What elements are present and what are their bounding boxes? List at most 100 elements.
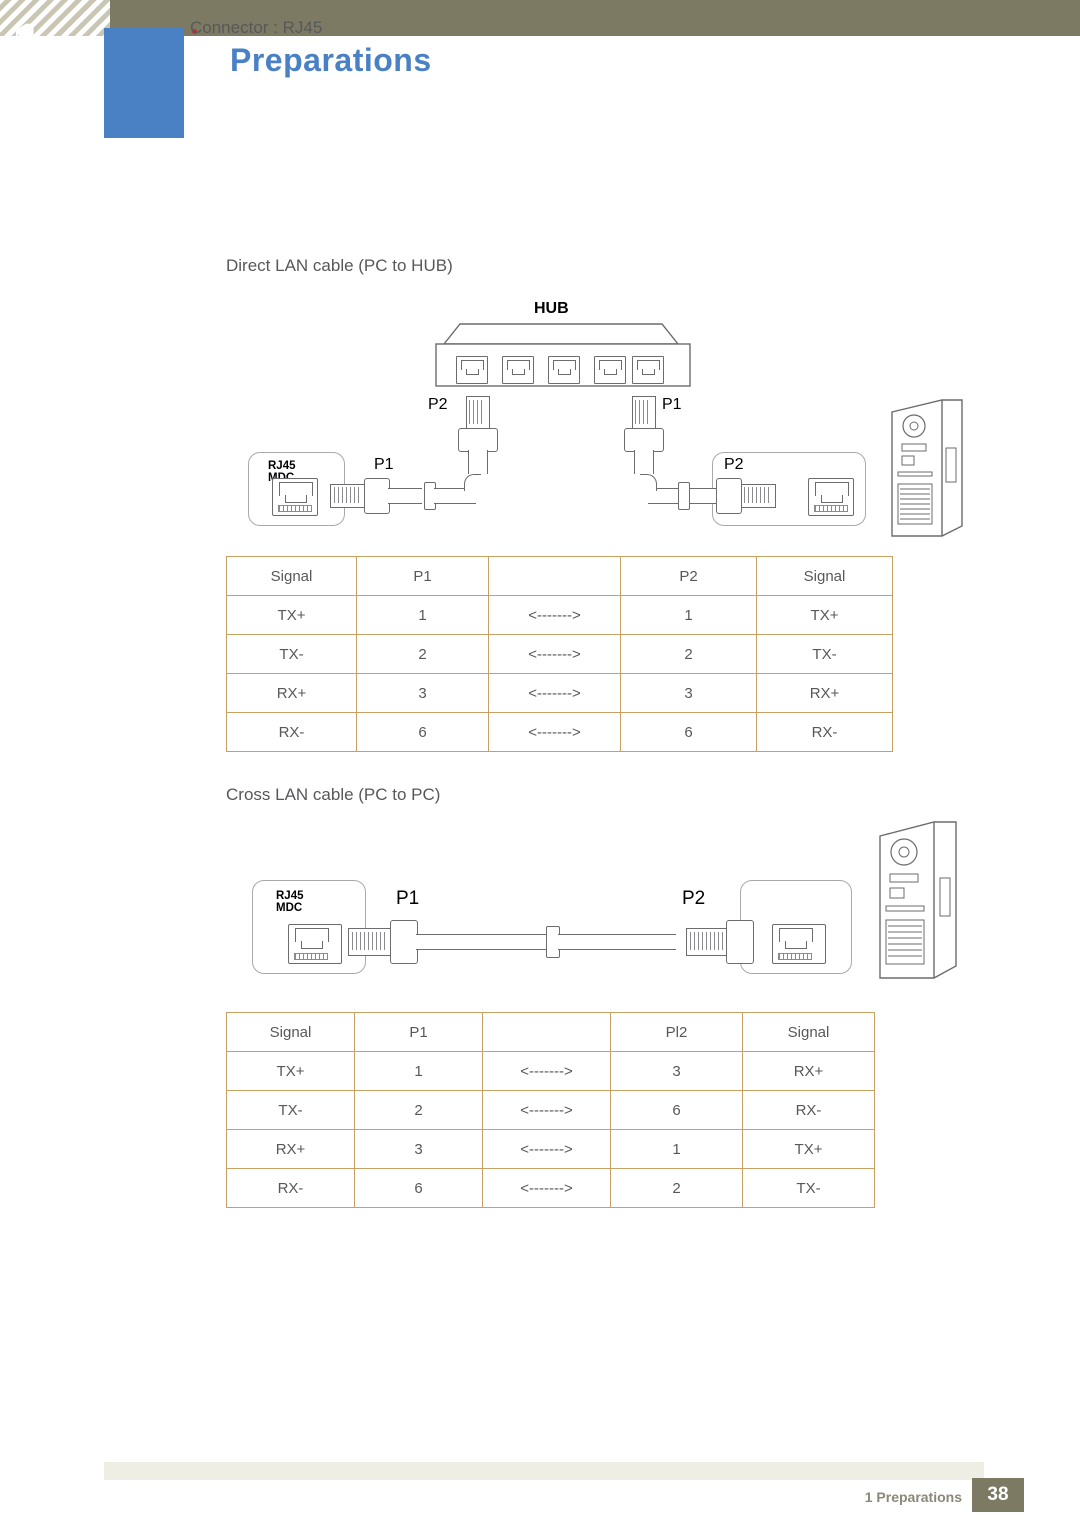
left-plug-pins — [334, 487, 360, 503]
right-ferrite — [678, 482, 690, 510]
table-cell-arrow: <-------> — [482, 1051, 611, 1091]
table-cell: RX+ — [226, 673, 357, 713]
table-cell: TX- — [742, 1168, 875, 1208]
footer-rule — [104, 1462, 984, 1480]
table-cell: 1 — [610, 1129, 743, 1169]
table-header-cell: P1 — [356, 556, 489, 596]
left-cable-neck — [388, 488, 422, 504]
table-row: TX+ 1 <-------> 1 TX+ — [226, 595, 893, 635]
hub-port-5 — [632, 356, 664, 384]
table-cell: TX+ — [226, 595, 357, 635]
hub-label: HUB — [534, 300, 569, 317]
hub-plug-label-p2: P2 — [428, 396, 448, 413]
table-cell: RX+ — [756, 673, 893, 713]
table-header-cell: P2 — [620, 556, 757, 596]
table-cell: RX+ — [226, 1129, 355, 1169]
cross-cable-left — [416, 934, 546, 950]
table-cell-arrow: <-------> — [482, 1090, 611, 1130]
plug-label-right-p2: P2 — [724, 456, 744, 473]
table-row: TX- 2 <-------> 2 TX- — [226, 634, 893, 674]
table-header-cell — [482, 1012, 611, 1052]
hub-cable-right-neck — [634, 450, 654, 474]
table-cell: 3 — [620, 673, 757, 713]
hub-port-3 — [548, 356, 580, 384]
table-cell: TX- — [226, 634, 357, 674]
connector-line: Connector : RJ45 — [190, 18, 323, 37]
table-row: TX+ 1 <-------> 3 RX+ — [226, 1051, 875, 1091]
table-cell: 2 — [620, 634, 757, 674]
table-cell: 2 — [354, 1090, 483, 1130]
cross-mdc-rj45-jack — [288, 924, 342, 964]
hub-plug-right-body — [624, 428, 664, 452]
cross-cable-right — [558, 934, 676, 950]
hub-plug-left-body — [458, 428, 498, 452]
table-header-cell: Signal — [226, 1012, 355, 1052]
hub-plug-label-p1: P1 — [662, 396, 682, 413]
cross-plug-label-p2: P2 — [682, 888, 706, 909]
direct-lan-label: Direct LAN cable (PC to HUB) — [226, 256, 453, 275]
hub-plug-right-pins — [635, 400, 651, 424]
table-cell: 6 — [620, 712, 757, 752]
table-header-cell: Signal — [742, 1012, 875, 1052]
table-header-cell: P1 — [354, 1012, 483, 1052]
table-cell: 3 — [610, 1051, 743, 1091]
direct-pinout-table: Signal P1 P2 Signal TX+ 1 <-------> 1 TX… — [226, 556, 893, 752]
hub-port-4 — [594, 356, 626, 384]
table-cell: TX+ — [742, 1129, 875, 1169]
chapter-number: 1 — [12, 12, 45, 77]
table-cell: 6 — [610, 1090, 743, 1130]
table-cell-arrow: <-------> — [482, 1168, 611, 1208]
cross-right-plug-body — [726, 920, 754, 964]
table-row: TX- 2 <-------> 6 RX- — [226, 1090, 875, 1130]
table-cell: RX- — [742, 1090, 875, 1130]
table-cell: RX+ — [742, 1051, 875, 1091]
table-cell-arrow: <-------> — [488, 712, 621, 752]
left-plug-body — [364, 478, 390, 514]
table-row: Signal P1 P2 Signal — [226, 556, 893, 596]
table-cell: 2 — [356, 634, 489, 674]
pc-rj45-jack — [808, 478, 854, 516]
table-header-cell: Signal — [226, 556, 357, 596]
hub-port-2 — [502, 356, 534, 384]
hub-plug-left-pins — [469, 400, 485, 424]
table-row: RX- 6 <-------> 6 RX- — [226, 712, 893, 752]
table-cell: TX- — [756, 634, 893, 674]
footer-page-number: 38 — [972, 1478, 1024, 1512]
cross-pinout-table: Signal P1 Pl2 Signal TX+ 1 <-------> 3 R… — [226, 1012, 875, 1208]
table-header-cell: Signal — [756, 556, 893, 596]
table-row: RX+ 3 <-------> 1 TX+ — [226, 1129, 875, 1169]
table-cell-arrow: <-------> — [488, 673, 621, 713]
table-cell: TX+ — [756, 595, 893, 635]
table-cell: RX- — [226, 1168, 355, 1208]
hub-port-1 — [456, 356, 488, 384]
footer-chapter-label: 1 Preparations — [864, 1489, 962, 1505]
table-header-cell: Pl2 — [610, 1012, 743, 1052]
table-cell: 3 — [356, 673, 489, 713]
mdc-rj45-jack — [272, 478, 318, 516]
plug-label-left-p1: P1 — [374, 456, 394, 473]
cross-rj45-mdc-label: RJ45 MDC — [276, 890, 304, 914]
table-cell-arrow: <-------> — [482, 1129, 611, 1169]
table-cell: TX+ — [226, 1051, 355, 1091]
cross-right-plug-pins — [690, 932, 724, 950]
table-cell: 1 — [356, 595, 489, 635]
table-cell: 2 — [610, 1168, 743, 1208]
table-row: Signal P1 Pl2 Signal — [226, 1012, 875, 1052]
right-plug-pins — [744, 487, 770, 503]
table-header-cell — [488, 556, 621, 596]
cross-pc-rj45-jack — [772, 924, 826, 964]
cross-left-plug-pins — [352, 932, 386, 950]
pc-tower-cross — [879, 821, 957, 979]
hub-cable-left-neck — [468, 450, 488, 474]
table-row: RX- 6 <-------> 2 TX- — [226, 1168, 875, 1208]
table-cell: RX- — [756, 712, 893, 752]
table-row: RX+ 3 <-------> 3 RX+ — [226, 673, 893, 713]
page-title: Preparations — [230, 42, 432, 78]
table-cell-arrow: <-------> — [488, 595, 621, 635]
table-cell: 1 — [620, 595, 757, 635]
right-cable-bend — [640, 474, 657, 491]
table-cell: 3 — [354, 1129, 483, 1169]
left-cable-bend — [464, 474, 481, 491]
cross-plug-label-p1: P1 — [396, 888, 420, 909]
table-cell: 1 — [354, 1051, 483, 1091]
